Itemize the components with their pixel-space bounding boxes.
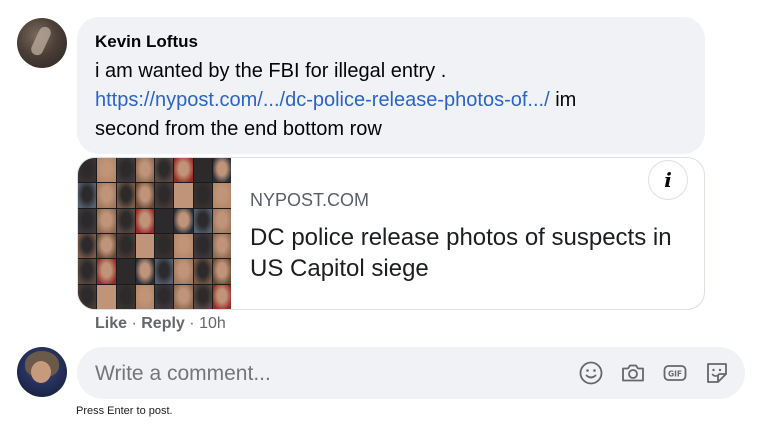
thumbnail-tile <box>193 158 212 183</box>
thumbnail-tile <box>78 183 97 208</box>
thumbnail-tile <box>212 234 231 259</box>
link-preview-card[interactable]: NYPOST.COM DC police release photos of s… <box>77 157 705 310</box>
thumbnail-tile <box>78 158 97 183</box>
thumbnail-tile <box>174 284 193 309</box>
link-title[interactable]: DC police release photos of suspects in … <box>250 222 684 284</box>
emoji-icon[interactable] <box>577 359 605 387</box>
thumbnail-tile <box>116 183 135 208</box>
svg-text:GIF: GIF <box>668 370 682 379</box>
thumbnail-tile <box>97 158 116 183</box>
like-button[interactable]: Like <box>95 315 127 332</box>
thumbnail-tile <box>116 234 135 259</box>
thumbnail-tile <box>78 234 97 259</box>
thumbnail-tile <box>155 259 174 284</box>
comment-actions: Like · Reply · 10h <box>95 315 226 333</box>
thumbnail-tile <box>116 208 135 233</box>
thumbnail-tile <box>116 284 135 309</box>
link-domain: NYPOST.COM <box>250 190 370 210</box>
thumbnail-tile <box>155 158 174 183</box>
thumbnail-tile <box>97 234 116 259</box>
comment-author[interactable]: Kevin Loftus <box>95 31 687 53</box>
thumbnail-tile <box>155 284 174 309</box>
thumbnail-tile <box>174 259 193 284</box>
thumbnail-tile <box>212 284 231 309</box>
commenter-avatar[interactable] <box>17 18 67 68</box>
thumbnail-tile <box>212 259 231 284</box>
thumbnail-tile <box>135 208 154 233</box>
thumbnail-tile <box>135 284 154 309</box>
thumbnail-tile <box>78 284 97 309</box>
composer-hint: Press Enter to post. <box>76 405 173 417</box>
reply-button[interactable]: Reply <box>141 315 185 332</box>
user-avatar[interactable] <box>17 347 67 397</box>
thumbnail-tile <box>174 158 193 183</box>
comment-text-line3: second from the end bottom row <box>95 118 382 140</box>
comment-link[interactable]: https://nypost.com/.../dc-police-release… <box>95 89 550 111</box>
thumbnail-tile <box>193 234 212 259</box>
info-icon[interactable]: i <box>648 160 688 200</box>
comment-body: i am wanted by the FBI for illegal entry… <box>95 57 687 144</box>
thumbnail-tile <box>97 208 116 233</box>
thumbnail-tile <box>135 234 154 259</box>
comment-input[interactable] <box>95 361 555 387</box>
thumbnail-tile <box>97 183 116 208</box>
thumbnail-tile <box>135 158 154 183</box>
thumbnail-tile <box>78 259 97 284</box>
thumbnail-tile <box>135 183 154 208</box>
thumbnail-tile <box>135 259 154 284</box>
thumbnail-tile <box>155 208 174 233</box>
thumbnail-tile <box>97 284 116 309</box>
gif-icon[interactable]: GIF <box>661 359 689 387</box>
thumbnail-tile <box>155 183 174 208</box>
article-thumbnail <box>78 158 231 309</box>
thumbnail-tile <box>78 208 97 233</box>
comment-bubble: Kevin Loftus i am wanted by the FBI for … <box>77 17 705 154</box>
comment-composer: GIF <box>77 347 745 399</box>
thumbnail-tile <box>174 234 193 259</box>
comment-text-line2-suffix: im <box>549 89 577 111</box>
separator: · <box>189 315 195 332</box>
thumbnail-tile <box>193 259 212 284</box>
thumbnail-tile <box>174 183 193 208</box>
camera-icon[interactable] <box>619 359 647 387</box>
link-preview-meta: NYPOST.COM DC police release photos of s… <box>250 188 684 284</box>
thumbnail-tile <box>155 234 174 259</box>
separator: · <box>131 315 137 332</box>
thumbnail-tile <box>212 183 231 208</box>
composer-icons: GIF <box>577 359 731 387</box>
comment-timestamp[interactable]: 10h <box>199 315 226 332</box>
thumbnail-tile <box>193 284 212 309</box>
comment-text-line1: i am wanted by the FBI for illegal entry… <box>95 60 447 82</box>
thumbnail-tile <box>212 158 231 183</box>
thumbnail-tile <box>193 183 212 208</box>
thumbnail-tile <box>97 259 116 284</box>
thumbnail-tile <box>193 208 212 233</box>
thumbnail-tile <box>116 259 135 284</box>
sticker-icon[interactable] <box>703 359 731 387</box>
thumbnail-tile <box>116 158 135 183</box>
thumbnail-tile <box>212 208 231 233</box>
thumbnail-tile <box>174 208 193 233</box>
